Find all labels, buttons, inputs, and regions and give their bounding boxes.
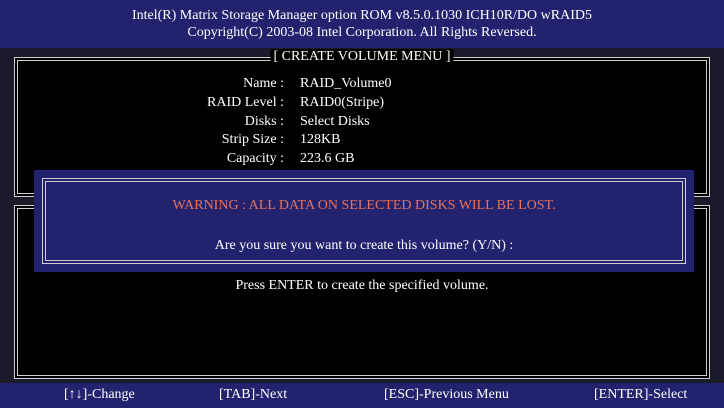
tab-next-hint: [TAB]-Next <box>219 387 288 402</box>
change-key-hint: [↑↓]-Change <box>64 387 135 402</box>
panel-title: [ CREATE VOLUME MENU ] <box>270 49 454 65</box>
confirm-dialog: WARNING : ALL DATA ON SELECTED DISKS WIL… <box>34 170 694 272</box>
strip-size-label: Strip Size : <box>221 132 284 147</box>
header-title: Intel(R) Matrix Storage Manager option R… <box>131 8 592 23</box>
warning-text: WARNING : ALL DATA ON SELECTED DISKS WIL… <box>172 198 556 213</box>
esc-previous-hint: [ESC]-Previous Menu <box>384 387 509 402</box>
help-text: Press ENTER to create the specified volu… <box>235 278 489 293</box>
disks-label: Disks : <box>244 114 284 129</box>
capacity-label: Capacity : <box>226 151 284 166</box>
enter-select-hint: [ENTER]-Select <box>594 387 688 402</box>
confirm-question[interactable]: Are you sure you want to create this vol… <box>46 238 682 254</box>
strip-size-value[interactable]: 128KB <box>300 132 340 148</box>
name-value[interactable]: RAID_Volume0 <box>300 76 392 92</box>
name-label: Name : <box>243 76 284 91</box>
dialog-border: WARNING : ALL DATA ON SELECTED DISKS WIL… <box>42 178 686 264</box>
capacity-value[interactable]: 223.6 GB <box>300 151 354 167</box>
disks-value[interactable]: Select Disks <box>300 114 370 130</box>
raid-level-label: RAID Level : <box>207 95 284 110</box>
bios-header: Intel(R) Matrix Storage Manager option R… <box>0 0 724 48</box>
header-copyright: Copyright(C) 2003-08 Intel Corporation. … <box>187 25 537 40</box>
raid-level-value[interactable]: RAID0(Stripe) <box>300 95 384 111</box>
key-help-bar: [↑↓]-Change [TAB]-Next [ESC]-Previous Me… <box>0 383 724 408</box>
